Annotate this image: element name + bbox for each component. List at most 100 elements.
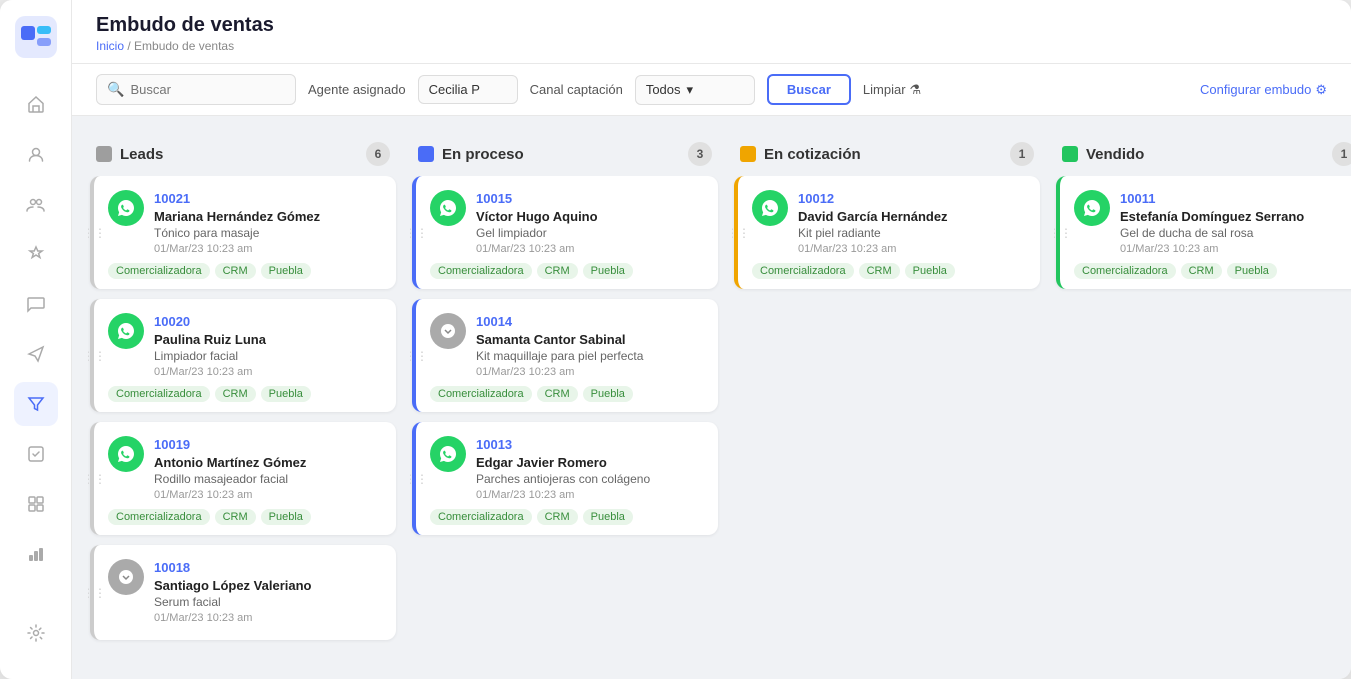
kanban-card[interactable]: ⋮⋮ 10021 Mariana Hernández Gómez Tónico … — [90, 176, 396, 289]
kanban-card[interactable]: ⋮⋮ 10012 David García Hernández Kit piel… — [734, 176, 1040, 289]
tag: Comercializadora — [108, 386, 210, 402]
card-avatar — [430, 313, 466, 349]
card-tags: ComercializadoraCRMPuebla — [430, 386, 704, 402]
kanban-card[interactable]: ⋮⋮ 10015 Víctor Hugo Aquino Gel limpiado… — [412, 176, 718, 289]
card-name: Estefanía Domínguez Serrano — [1120, 209, 1348, 224]
tag: Puebla — [261, 509, 311, 525]
tag: Puebla — [261, 263, 311, 279]
sidebar-item-tasks[interactable] — [14, 432, 58, 476]
card-info: 10021 Mariana Hernández Gómez Tónico par… — [154, 190, 382, 255]
kanban-card[interactable]: ⋮⋮ 10011 Estefanía Domínguez Serrano Gel… — [1056, 176, 1351, 289]
kanban-card[interactable]: ⋮⋮ 10013 Edgar Javier Romero Parches ant… — [412, 422, 718, 535]
kanban-card[interactable]: ⋮⋮ 10020 Paulina Ruiz Luna Limpiador fac… — [90, 299, 396, 412]
tag: CRM — [537, 263, 578, 279]
card-id[interactable]: 10020 — [154, 314, 190, 329]
configurar-button[interactable]: Configurar embudo ⚙ — [1200, 82, 1327, 98]
sidebar-item-board[interactable] — [14, 482, 58, 526]
card-id[interactable]: 10011 — [1120, 191, 1155, 206]
kanban-column-vendido: Vendido 1 ⋮⋮ 10011 Estefanía Domínguez S… — [1054, 132, 1351, 663]
card-date: 01/Mar/23 10:23 am — [476, 489, 704, 501]
tag: CRM — [1181, 263, 1222, 279]
limpiar-button[interactable]: Limpiar ⚗ — [863, 82, 921, 98]
tag: Comercializadora — [108, 509, 210, 525]
drag-handle[interactable]: ⋮⋮ — [410, 226, 428, 240]
card-date: 01/Mar/23 10:23 am — [476, 366, 704, 378]
drag-handle[interactable]: ⋮⋮ — [732, 226, 750, 240]
card-date: 01/Mar/23 10:23 am — [154, 612, 382, 624]
card-avatar — [108, 313, 144, 349]
card-id[interactable]: 10012 — [798, 191, 834, 206]
column-header-encotizacion: En cotización 1 — [732, 132, 1042, 176]
card-info: 10019 Antonio Martínez Gómez Rodillo mas… — [154, 436, 382, 501]
card-tags: ComercializadoraCRMPuebla — [108, 386, 382, 402]
canal-value: Todos — [646, 82, 681, 97]
configurar-label: Configurar embudo — [1200, 82, 1311, 97]
card-date: 01/Mar/23 10:23 am — [476, 243, 704, 255]
breadcrumb-current: Embudo de ventas — [134, 39, 234, 53]
sidebar-item-contacts[interactable] — [14, 132, 58, 176]
card-name: Paulina Ruiz Luna — [154, 332, 382, 347]
column-title-enproceso: En proceso — [442, 146, 680, 163]
tag: CRM — [859, 263, 900, 279]
drag-handle[interactable]: ⋮⋮ — [88, 586, 106, 600]
column-color-vendido — [1062, 146, 1078, 162]
card-avatar — [108, 190, 144, 226]
card-info: 10011 Estefanía Domínguez Serrano Gel de… — [1120, 190, 1348, 255]
drag-handle[interactable]: ⋮⋮ — [88, 226, 106, 240]
tag: Puebla — [583, 263, 633, 279]
agent-value[interactable]: Cecilia P — [418, 75, 518, 104]
sidebar-item-home[interactable] — [14, 82, 58, 126]
card-id[interactable]: 10019 — [154, 437, 190, 452]
kanban-column-encotizacion: En cotización 1 ⋮⋮ 10012 David García He… — [732, 132, 1042, 663]
card-avatar — [752, 190, 788, 226]
sidebar-item-settings[interactable] — [14, 611, 58, 655]
sidebar-item-funnel[interactable] — [14, 382, 58, 426]
sidebar-item-reports[interactable] — [14, 532, 58, 576]
breadcrumb-home[interactable]: Inicio — [96, 39, 124, 53]
card-date: 01/Mar/23 10:23 am — [154, 366, 382, 378]
card-id[interactable]: 10021 — [154, 191, 190, 206]
kanban-column-leads: Leads 6 ⋮⋮ 10021 Mariana Hernández Gómez… — [88, 132, 398, 663]
drag-handle[interactable]: ⋮⋮ — [410, 349, 428, 363]
sidebar-item-groups[interactable] — [14, 182, 58, 226]
drag-handle[interactable]: ⋮⋮ — [88, 349, 106, 363]
card-id[interactable]: 10013 — [476, 437, 512, 452]
app-logo[interactable] — [15, 16, 57, 58]
kanban-card[interactable]: ⋮⋮ 10019 Antonio Martínez Gómez Rodillo … — [90, 422, 396, 535]
card-tags: ComercializadoraCRMPuebla — [108, 263, 382, 279]
card-avatar — [108, 436, 144, 472]
tag: Puebla — [1227, 263, 1277, 279]
card-header: 10014 Samanta Cantor Sabinal Kit maquill… — [430, 313, 704, 378]
tag: CRM — [537, 386, 578, 402]
sidebar-item-messages[interactable] — [14, 282, 58, 326]
column-count-leads: 6 — [366, 142, 390, 166]
drag-handle[interactable]: ⋮⋮ — [1054, 226, 1072, 240]
card-product: Parches antiojeras con colágeno — [476, 472, 704, 486]
column-cards-enproceso: ⋮⋮ 10015 Víctor Hugo Aquino Gel limpiado… — [410, 176, 720, 663]
drag-handle[interactable]: ⋮⋮ — [88, 472, 106, 486]
card-id[interactable]: 10015 — [476, 191, 512, 206]
card-product: Limpiador facial — [154, 349, 382, 363]
card-id[interactable]: 10018 — [154, 560, 190, 575]
buscar-button[interactable]: Buscar — [767, 74, 851, 105]
card-name: Víctor Hugo Aquino — [476, 209, 704, 224]
sidebar-item-campaigns[interactable] — [14, 332, 58, 376]
search-input[interactable] — [130, 82, 285, 97]
card-date: 01/Mar/23 10:23 am — [154, 489, 382, 501]
sidebar-item-favorites[interactable] — [14, 232, 58, 276]
card-avatar — [430, 190, 466, 226]
column-header-leads: Leads 6 — [88, 132, 398, 176]
card-id[interactable]: 10014 — [476, 314, 512, 329]
canal-select[interactable]: Todos ▾ — [635, 75, 755, 105]
limpiar-label: Limpiar — [863, 82, 906, 97]
column-color-encotizacion — [740, 146, 756, 162]
tag: CRM — [215, 386, 256, 402]
drag-handle[interactable]: ⋮⋮ — [410, 472, 428, 486]
tag: CRM — [215, 509, 256, 525]
card-product: Kit maquillaje para piel perfecta — [476, 349, 704, 363]
kanban-card[interactable]: ⋮⋮ 10018 Santiago López Valeriano Serum … — [90, 545, 396, 640]
kanban-card[interactable]: ⋮⋮ 10014 Samanta Cantor Sabinal Kit maqu… — [412, 299, 718, 412]
card-avatar — [1074, 190, 1110, 226]
card-tags: Comercializadora CRM Puebla — [108, 509, 382, 525]
column-header-enproceso: En proceso 3 — [410, 132, 720, 176]
